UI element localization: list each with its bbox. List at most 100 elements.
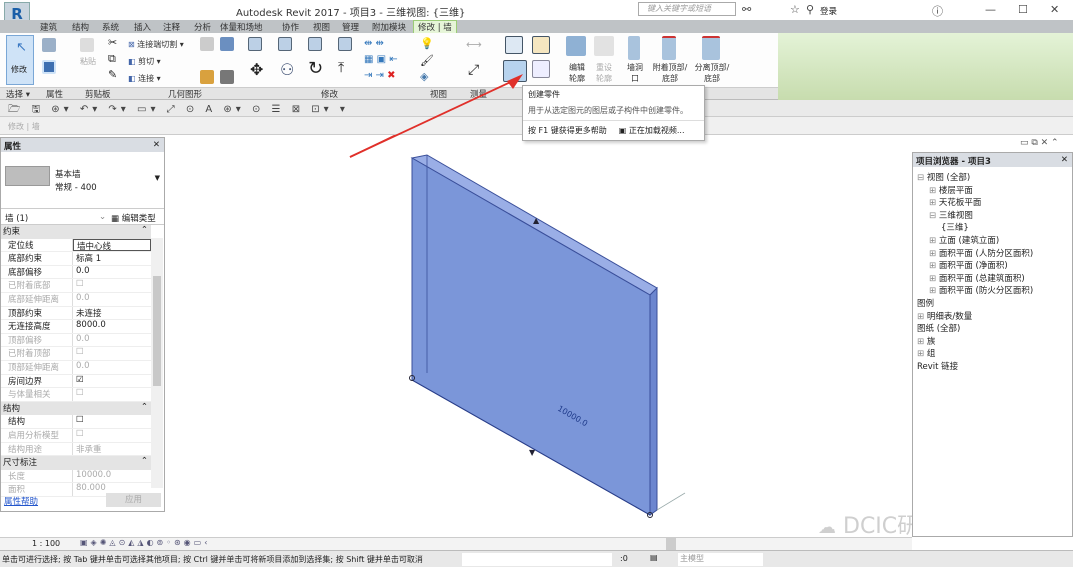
browser-item[interactable]: ⊞ 立面 (建筑立面) bbox=[929, 234, 999, 246]
apply-button[interactable]: 应用 bbox=[106, 493, 161, 507]
property-row[interactable]: 定位线 墙中心线 bbox=[1, 238, 151, 253]
override-icon[interactable]: 🖌 bbox=[420, 54, 434, 67]
horizontal-scrollbar[interactable] bbox=[666, 538, 676, 550]
close-icon[interactable]: ✕ bbox=[153, 140, 160, 150]
property-row[interactable]: 启用分析模型 ☐ bbox=[1, 428, 151, 443]
property-value[interactable]: 8000.0 bbox=[73, 320, 151, 333]
modify-button[interactable]: ↖ 修改 bbox=[6, 35, 34, 85]
properties-scrollbar[interactable] bbox=[151, 238, 163, 488]
create-similar-icon[interactable] bbox=[532, 60, 550, 78]
property-row[interactable]: 长度 10000.0 bbox=[1, 469, 151, 484]
tab-architecture[interactable]: 建筑 bbox=[40, 21, 57, 33]
edit-profile-label[interactable]: 编辑轮廓 bbox=[567, 62, 587, 84]
property-section[interactable]: 结构 ⌃ bbox=[1, 401, 151, 416]
view-control-icons[interactable]: ▣◈✺◬⊙◭◮◐⊚◦⊛◉▭‹ bbox=[80, 538, 210, 547]
attach-icon[interactable] bbox=[662, 36, 676, 60]
mirror-axis-icon[interactable] bbox=[308, 37, 322, 51]
reset-profile-icon[interactable] bbox=[594, 36, 614, 56]
property-value[interactable]: 墙中心线 bbox=[73, 238, 151, 252]
expand-icon[interactable]: ⊞ bbox=[929, 236, 936, 246]
rotate-icon[interactable]: ↻ bbox=[308, 58, 323, 79]
expand-icon[interactable]: ⊟ bbox=[929, 211, 936, 221]
viewport-3d[interactable]: ▲ ▼ 10000.0 bbox=[165, 135, 912, 537]
paint-icon[interactable] bbox=[200, 70, 214, 84]
move-icon[interactable]: ✥ bbox=[250, 60, 263, 79]
property-section[interactable]: 约束 ⌃ bbox=[1, 225, 151, 239]
window-controls[interactable]: ▭ ⧉ ✕ ⌃ bbox=[1020, 138, 1059, 148]
array-icon[interactable]: ▦ ▣ ⇤ bbox=[364, 54, 398, 65]
property-value[interactable]: 未连接 bbox=[73, 307, 151, 320]
browser-item[interactable]: 图例 bbox=[917, 297, 934, 309]
property-value[interactable]: 标高 1 bbox=[73, 252, 151, 265]
help-icon[interactable]: ⓘ bbox=[932, 3, 943, 19]
close-button[interactable]: ✕ bbox=[1050, 3, 1059, 16]
cut-geometry-button[interactable]: ◧ 剪切 ▾ bbox=[128, 56, 161, 67]
browser-item[interactable]: ⊞ 面积平面 (人防分区面积) bbox=[929, 247, 1033, 259]
browser-item[interactable]: ⊞ 面积平面 (防火分区面积) bbox=[929, 284, 1033, 296]
property-row[interactable]: 顶部偏移 0.0 bbox=[1, 333, 151, 348]
linework-icon[interactable]: ◈ bbox=[420, 70, 428, 83]
wall-flip-control-top[interactable]: ▲ bbox=[533, 216, 540, 225]
browser-item[interactable]: {三维} bbox=[941, 221, 969, 233]
expand-icon[interactable]: ⊞ bbox=[917, 312, 924, 322]
tab-modify-wall[interactable]: 修改 | 墙 bbox=[413, 20, 457, 33]
expand-icon[interactable]: ⊟ bbox=[917, 173, 924, 183]
tab-collaborate[interactable]: 协作 bbox=[282, 21, 299, 33]
tab-massing[interactable]: 体量和场地 bbox=[220, 21, 263, 33]
panel-select[interactable]: 选择 ▾ bbox=[6, 88, 30, 100]
property-value[interactable]: ☑ bbox=[73, 375, 151, 388]
binoculars-icon[interactable]: ⚯ bbox=[742, 3, 751, 16]
chevron-down-icon[interactable]: ▼ bbox=[155, 174, 160, 182]
browser-item[interactable]: Revit 链接 bbox=[917, 360, 958, 372]
browser-item[interactable]: ⊞ 天花板平面 bbox=[929, 196, 981, 208]
copy-icon[interactable]: ⧉ bbox=[108, 52, 116, 66]
split-icon[interactable]: ⇹ ⇹ bbox=[364, 38, 384, 49]
filter-icon[interactable]: ▤ bbox=[650, 553, 658, 562]
match-properties-icon[interactable]: ✎ bbox=[108, 68, 117, 81]
browser-item[interactable]: ⊞ 明细表/数量 bbox=[917, 310, 972, 322]
property-row[interactable]: 底部偏移 0.0 bbox=[1, 265, 151, 280]
mirror-line-icon[interactable] bbox=[338, 37, 352, 51]
unpin-icon[interactable]: ⇥ ⇥ ✖ bbox=[364, 70, 396, 81]
search-input[interactable]: 键入关键字或短语 bbox=[638, 2, 736, 16]
trim-icon[interactable]: ⤒ bbox=[338, 60, 344, 76]
detach-label[interactable]: 分离顶部/底部 bbox=[692, 62, 732, 84]
demolish-icon[interactable] bbox=[220, 70, 234, 84]
browser-item[interactable]: ⊞ 族 bbox=[917, 335, 935, 347]
property-section[interactable]: 尺寸标注 ⌃ bbox=[1, 456, 151, 470]
edit-profile-icon[interactable] bbox=[566, 36, 586, 56]
browser-item[interactable]: ⊞ 面积平面 (总建筑面积) bbox=[929, 272, 1025, 284]
dimension-icon[interactable]: ⟷ bbox=[466, 38, 482, 51]
paste-icon[interactable] bbox=[80, 38, 94, 52]
tab-manage[interactable]: 管理 bbox=[342, 21, 359, 33]
property-row[interactable]: 结构 ☐ bbox=[1, 415, 151, 429]
type-selector[interactable]: 基本墙 常规 - 400 ▼ bbox=[1, 152, 164, 209]
browser-item[interactable]: ⊟ 三维视图 bbox=[929, 209, 973, 221]
browser-item[interactable]: ⊞ 面积平面 (净面积) bbox=[929, 259, 1008, 271]
wall-opening-label[interactable]: 墙洞口 bbox=[625, 62, 645, 84]
wall-joins-icon[interactable] bbox=[220, 37, 234, 51]
expand-icon[interactable]: ⊞ bbox=[929, 261, 936, 271]
tab-annotate[interactable]: 注释 bbox=[163, 21, 180, 33]
offset-icon[interactable] bbox=[278, 37, 292, 51]
close-icon[interactable]: ✕ bbox=[1061, 155, 1068, 165]
cut-clip-icon[interactable]: ✂ bbox=[108, 36, 117, 49]
expand-icon[interactable]: ⊞ bbox=[917, 349, 924, 359]
property-value[interactable]: 0.0 bbox=[73, 266, 151, 279]
browser-item[interactable]: ⊟ 视图 (全部) bbox=[917, 171, 970, 183]
hide-icon[interactable]: 💡 bbox=[420, 37, 434, 50]
expand-icon[interactable]: ⊞ bbox=[929, 286, 936, 296]
property-row[interactable]: 已附着顶部 ☐ bbox=[1, 347, 151, 361]
property-row[interactable]: 顶部约束 未连接 bbox=[1, 306, 151, 321]
detach-icon[interactable] bbox=[702, 36, 720, 60]
geometry-tool-icon[interactable] bbox=[200, 37, 214, 51]
attach-label[interactable]: 附着顶部/底部 bbox=[650, 62, 690, 84]
create-group-icon[interactable] bbox=[532, 36, 550, 54]
tab-view[interactable]: 视图 bbox=[313, 21, 330, 33]
instance-filter[interactable]: 墙 (1) bbox=[5, 212, 28, 224]
expand-icon[interactable]: ⊞ bbox=[929, 198, 936, 208]
property-value[interactable]: ☐ bbox=[73, 415, 151, 428]
browser-item[interactable]: ⊞ 组 bbox=[917, 347, 935, 359]
user-icon[interactable]: ⚲ bbox=[806, 3, 814, 16]
type-properties-icon[interactable] bbox=[42, 60, 56, 74]
